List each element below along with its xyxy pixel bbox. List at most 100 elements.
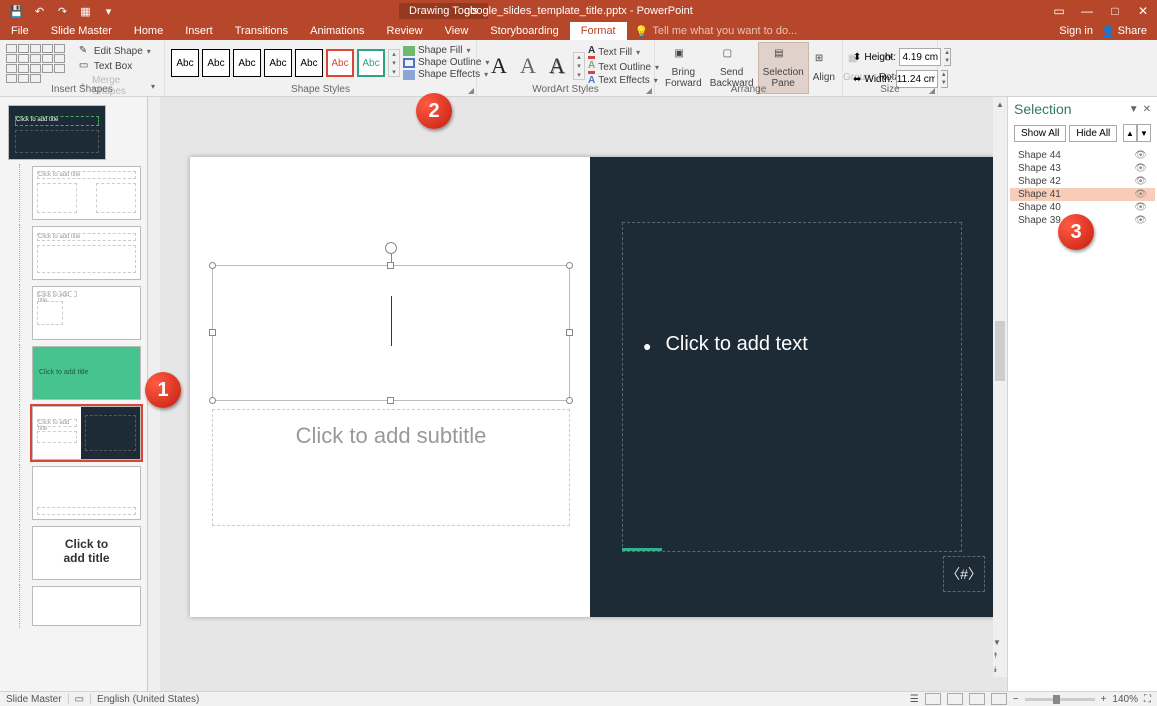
maximize-icon[interactable]: □ (1101, 0, 1129, 22)
zoom-out-icon[interactable]: − (1013, 694, 1019, 705)
reading-view-icon[interactable] (969, 693, 985, 705)
rotate-handle-icon[interactable] (385, 242, 397, 254)
hide-all-button[interactable]: Hide All (1069, 125, 1117, 142)
resize-handle[interactable] (566, 262, 573, 269)
accessibility-icon[interactable]: ▭ (75, 694, 84, 705)
minimize-icon[interactable]: — (1073, 0, 1101, 22)
text-outline-button[interactable]: AText Outline▾ (588, 60, 659, 74)
gallery-more-icon[interactable]: ▴▾▾ (388, 49, 400, 77)
resize-handle[interactable] (209, 329, 216, 336)
height-control[interactable]: ⬍ Height: ▲▼ (853, 48, 927, 66)
scroll-down-icon[interactable]: ▼ (993, 635, 1001, 649)
start-slideshow-icon[interactable]: ▦ (79, 5, 92, 18)
layout-thumbnail[interactable]: Click to add title (32, 226, 141, 280)
style-swatch[interactable]: Abc (295, 49, 323, 77)
shape-list-item[interactable]: Shape 44👁 (1010, 149, 1155, 162)
zoom-knob[interactable] (1053, 695, 1060, 704)
visibility-icon[interactable]: 👁 (1134, 202, 1147, 213)
tab-file[interactable]: File (0, 22, 40, 40)
shape-list-item[interactable]: Shape 41👁 (1010, 188, 1155, 201)
visibility-icon[interactable]: 👁 (1134, 189, 1147, 200)
layout-thumbnail[interactable]: Click to add title (32, 526, 141, 580)
layout-thumbnail-selected[interactable]: Click to add title (32, 406, 141, 460)
zoom-level[interactable]: 140% (1112, 694, 1138, 705)
dialog-launcher-icon[interactable]: ◢ (929, 86, 935, 95)
status-language[interactable]: English (United States) (97, 694, 199, 705)
tab-view[interactable]: View (434, 22, 480, 40)
content-placeholder[interactable]: ● Click to add text (622, 222, 962, 552)
save-icon[interactable]: 💾 (10, 5, 23, 18)
sorter-view-icon[interactable] (947, 693, 963, 705)
visibility-icon[interactable]: 👁 (1134, 215, 1147, 226)
master-thumbnail[interactable]: Click to add title (8, 105, 106, 160)
scroll-up-icon[interactable]: ▲ (993, 97, 1007, 111)
visibility-icon[interactable]: 👁 (1134, 176, 1147, 187)
tab-slide-master[interactable]: Slide Master (40, 22, 123, 40)
redo-icon[interactable]: ↷ (56, 5, 69, 18)
layout-thumbnail[interactable] (32, 466, 141, 520)
move-down-icon[interactable]: ▼ (1137, 124, 1151, 142)
shape-list-item[interactable]: Shape 43👁 (1010, 162, 1155, 175)
resize-handle[interactable] (566, 397, 573, 404)
vertical-scrollbar[interactable]: ▲ ▼ ⯭ ⯯ (993, 97, 1007, 677)
height-spinner[interactable]: ▲▼ (944, 48, 951, 66)
tab-home[interactable]: Home (123, 22, 174, 40)
shape-list-item[interactable]: Shape 40👁 (1010, 201, 1155, 214)
text-box-button[interactable]: ▭Text Box (76, 59, 158, 73)
move-up-icon[interactable]: ▲ (1123, 124, 1137, 142)
close-icon[interactable]: ✕ (1129, 0, 1157, 22)
visibility-icon[interactable]: 👁 (1134, 163, 1147, 174)
shapes-gallery[interactable] (6, 42, 76, 82)
subtitle-placeholder[interactable]: Click to add subtitle (212, 409, 570, 526)
qat-more-icon[interactable]: ▾ (102, 5, 115, 18)
style-swatch[interactable]: Abc (326, 49, 354, 77)
wordart-style[interactable]: A (544, 53, 570, 79)
style-swatch[interactable]: Abc (202, 49, 230, 77)
layout-thumbnail[interactable]: Click to add title (32, 286, 141, 340)
shape-styles-gallery[interactable]: Abc Abc Abc Abc Abc Abc Abc ▴▾▾ (171, 42, 400, 80)
style-swatch[interactable]: Abc (171, 49, 199, 77)
resize-handle[interactable] (209, 397, 216, 404)
dialog-launcher-icon[interactable]: ◢ (646, 86, 652, 95)
slideshow-view-icon[interactable] (991, 693, 1007, 705)
height-input[interactable] (899, 48, 941, 66)
style-swatch[interactable]: Abc (233, 49, 261, 77)
tab-format[interactable]: Format (570, 22, 627, 40)
tab-transitions[interactable]: Transitions (224, 22, 299, 40)
prev-slide-icon[interactable]: ⯭ (993, 649, 998, 663)
wordart-style[interactable]: A (515, 53, 541, 79)
width-spinner[interactable]: ▲▼ (941, 70, 948, 88)
tab-insert[interactable]: Insert (174, 22, 224, 40)
share-button[interactable]: 👤 Share (1101, 25, 1147, 38)
style-swatch[interactable]: Abc (357, 49, 385, 77)
resize-handle[interactable] (387, 397, 394, 404)
sign-in-link[interactable]: Sign in (1059, 25, 1093, 37)
normal-view-icon[interactable] (925, 693, 941, 705)
ribbon-display-icon[interactable]: ▭ (1045, 0, 1073, 22)
resize-handle[interactable] (566, 329, 573, 336)
tab-review[interactable]: Review (376, 22, 434, 40)
fit-to-window-icon[interactable]: ⛶ (1144, 694, 1151, 705)
resize-handle[interactable] (387, 262, 394, 269)
visibility-icon[interactable]: 👁 (1134, 150, 1147, 161)
next-slide-icon[interactable]: ⯯ (993, 663, 998, 677)
title-placeholder-selected[interactable] (212, 265, 570, 401)
zoom-in-icon[interactable]: + (1101, 694, 1107, 705)
pane-close-icon[interactable]: ✕ (1143, 104, 1151, 115)
edit-shape-button[interactable]: ✎Edit Shape▾ (76, 44, 158, 58)
undo-icon[interactable]: ↶ (33, 5, 46, 18)
layout-thumbnail-green[interactable]: Click to add title (32, 346, 141, 400)
show-all-button[interactable]: Show All (1014, 125, 1066, 142)
slide-thumbnail-panel[interactable]: Click to add title Click to add title Cl… (0, 97, 148, 691)
wordart-gallery[interactable]: A A A ▴▾▾ (483, 42, 585, 86)
text-fill-button[interactable]: AText Fill▾ (588, 45, 659, 59)
wordart-style[interactable]: A (486, 53, 512, 79)
gallery-more-icon[interactable]: ▴▾▾ (573, 52, 585, 80)
tab-storyboarding[interactable]: Storyboarding (479, 22, 570, 40)
tab-animations[interactable]: Animations (299, 22, 375, 40)
style-swatch[interactable]: Abc (264, 49, 292, 77)
slide-canvas[interactable]: ● Click to add text 〈#〉 Click to a (160, 97, 1007, 691)
pane-dropdown-icon[interactable]: ▼ (1129, 104, 1139, 115)
layout-thumbnail[interactable]: Click to add title (32, 166, 141, 220)
notes-icon[interactable]: ☰ (910, 694, 919, 705)
